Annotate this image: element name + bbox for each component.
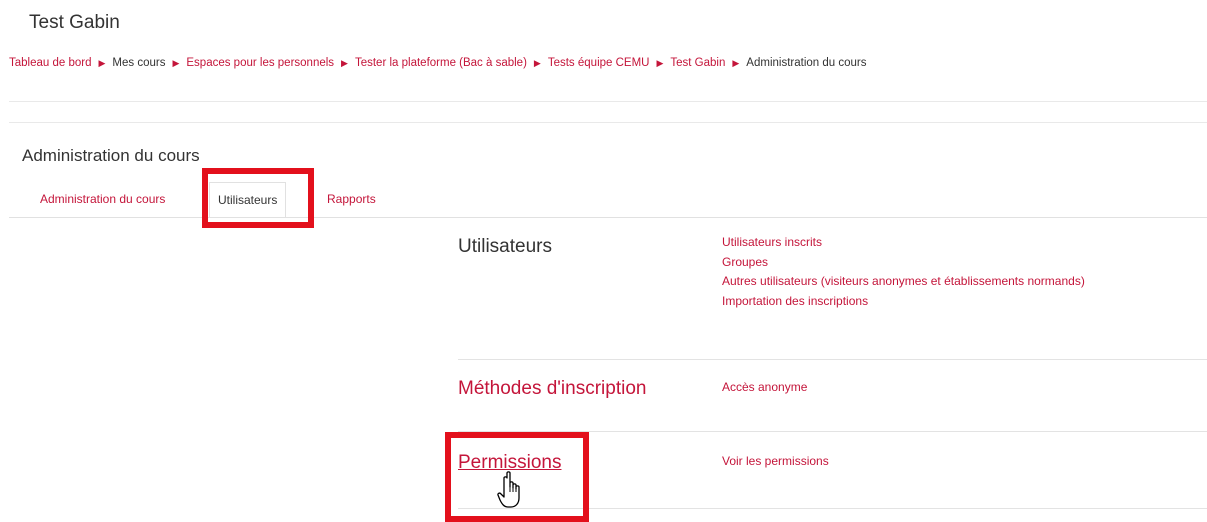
group-title-methodes-inscription[interactable]: Méthodes d'inscription (458, 378, 646, 400)
group-title-utilisateurs: Utilisateurs (458, 236, 552, 257)
group-divider (458, 359, 1207, 360)
tab-utilisateurs[interactable]: Utilisateurs (209, 182, 287, 218)
tab-administration-du-cours[interactable]: Administration du cours (40, 182, 165, 216)
triangle-right-icon: ▶ (172, 57, 180, 68)
group-links-methodes-inscription: Accès anonyme (722, 378, 807, 398)
link-autres-utilisateurs[interactable]: Autres utilisateurs (visiteurs anonymes … (722, 272, 1085, 292)
link-utilisateurs-inscrits[interactable]: Utilisateurs inscrits (722, 233, 1085, 253)
page-title: Test Gabin (29, 12, 120, 33)
breadcrumb: Tableau de bord ▶ Mes cours ▶ Espaces po… (9, 57, 866, 69)
link-voir-les-permissions[interactable]: Voir les permissions (722, 452, 829, 472)
breadcrumb-item-mes-cours[interactable]: Mes cours (112, 57, 165, 69)
triangle-right-icon: ▶ (732, 57, 740, 68)
link-groupes[interactable]: Groupes (722, 253, 1085, 273)
breadcrumb-item-administration-du-cours: Administration du cours (746, 57, 867, 69)
breadcrumb-item-tests-equipe-cemu[interactable]: Tests équipe CEMU (548, 57, 650, 69)
group-divider (458, 431, 1207, 432)
triangle-right-icon: ▶ (656, 57, 664, 68)
link-acces-anonyme[interactable]: Accès anonyme (722, 378, 807, 398)
breadcrumb-item-tableau-de-bord[interactable]: Tableau de bord (9, 57, 91, 69)
divider (9, 101, 1207, 102)
breadcrumb-item-tester-plateforme[interactable]: Tester la plateforme (Bac à sable) (355, 57, 527, 69)
triangle-right-icon: ▶ (533, 57, 541, 68)
link-importation-inscriptions[interactable]: Importation des inscriptions (722, 292, 1085, 312)
breadcrumb-item-test-gabin[interactable]: Test Gabin (670, 57, 725, 69)
section-heading: Administration du cours (22, 146, 200, 165)
group-links-permissions: Voir les permissions (722, 452, 829, 472)
triangle-right-icon: ▶ (98, 57, 106, 68)
group-links-utilisateurs: Utilisateurs inscrits Groupes Autres uti… (722, 233, 1085, 311)
tab-rapports[interactable]: Rapports (327, 182, 376, 216)
breadcrumb-item-espaces-personnels[interactable]: Espaces pour les personnels (186, 57, 334, 69)
triangle-right-icon: ▶ (341, 57, 348, 68)
hand-pointer-icon (497, 471, 520, 508)
group-divider (458, 508, 1207, 509)
tab-bar-underline (9, 217, 1207, 218)
divider (9, 122, 1207, 123)
